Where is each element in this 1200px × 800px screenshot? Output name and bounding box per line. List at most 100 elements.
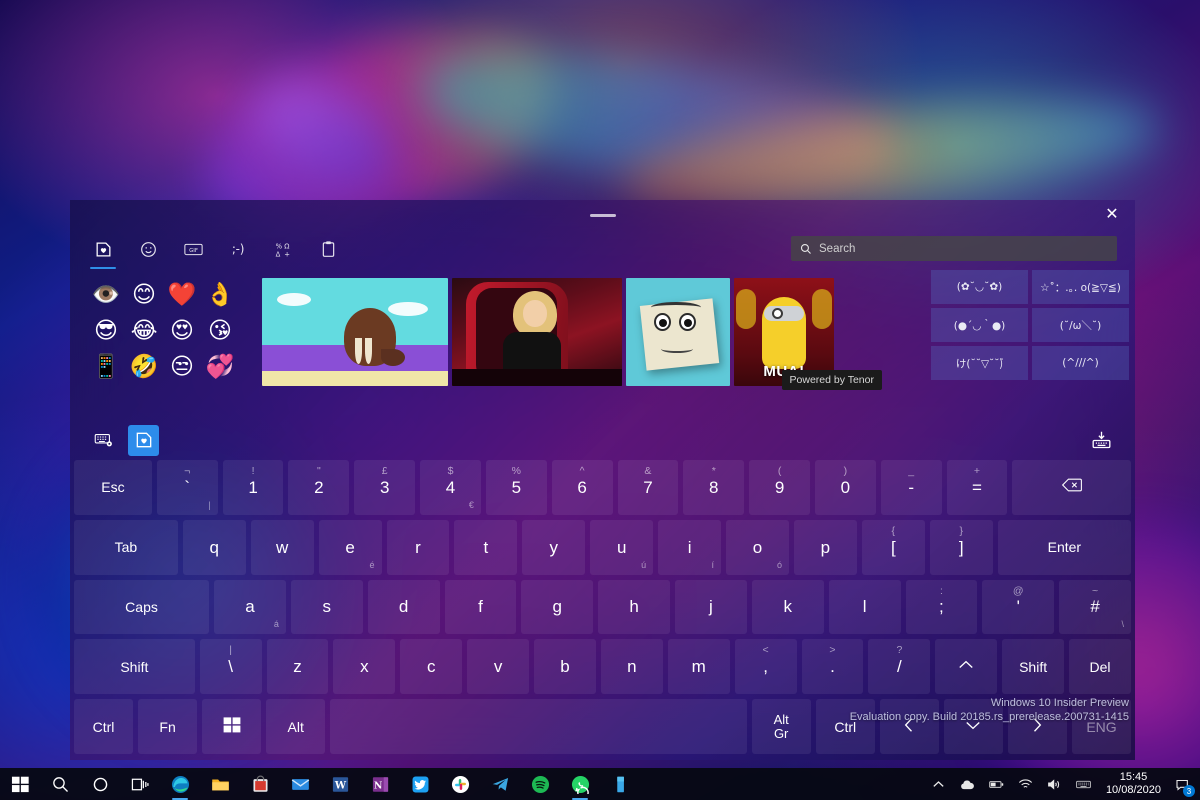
key-caps-lock[interactable]: Caps — [74, 579, 210, 635]
edge-app[interactable] — [160, 768, 200, 800]
key-digit-6[interactable]: ^ 6 — [551, 460, 613, 515]
kaomoji-cell[interactable]: (˘/ω＼˘) — [1032, 308, 1129, 342]
dock-keyboard-button[interactable] — [1086, 425, 1117, 456]
tab-gif[interactable]: GIF — [178, 234, 208, 264]
key-key-w[interactable]: w — [250, 519, 314, 575]
emoji-cell[interactable]: 😂 — [126, 314, 162, 348]
key-key-i[interactable]: ií — [658, 519, 722, 575]
expressive-input-button[interactable] — [128, 424, 159, 456]
emoji-cell[interactable]: 👌 — [202, 278, 238, 312]
key-key-x[interactable]: x — [333, 639, 396, 695]
key-semicolon[interactable]: :; — [905, 579, 978, 635]
emoji-cell[interactable]: 👁️ — [88, 278, 124, 312]
key-key-b[interactable]: b — [534, 639, 596, 695]
key-space[interactable] — [330, 699, 747, 754]
key-digit-7[interactable]: & 7 — [617, 460, 679, 515]
key-alt-left[interactable]: Alt — [266, 699, 326, 754]
task-view-button[interactable] — [120, 768, 160, 800]
emoji-cell[interactable]: ❤️ — [164, 278, 200, 312]
key-backtick[interactable]: ¬ ` | — [156, 460, 218, 515]
key-digit-8[interactable]: * 8 — [683, 460, 745, 515]
key-key-y[interactable]: y — [522, 519, 586, 575]
mail-app[interactable] — [280, 768, 320, 800]
tab-symbols[interactable]: % Ω Δ + — [268, 234, 298, 264]
kaomoji-cell[interactable]: け(˘˘▽˘˘)゙ — [931, 346, 1028, 380]
key-digit-3[interactable]: £3 — [354, 460, 416, 515]
key-digit-9[interactable]: (9 — [749, 460, 810, 515]
key-alt-gr[interactable]: Alt Gr — [751, 699, 811, 754]
tab-kaomoji[interactable]: ;-) — [223, 234, 253, 264]
key-key-k[interactable]: k — [751, 579, 824, 635]
start-button[interactable] — [0, 768, 40, 800]
key-period[interactable]: >. — [801, 639, 864, 695]
key-apostrophe[interactable]: @ ' — [982, 579, 1055, 635]
key-arrow-up[interactable] — [935, 639, 998, 695]
spotify-app[interactable] — [520, 768, 560, 800]
keyboard-settings-button[interactable] — [88, 425, 119, 456]
key-ctrl-left[interactable]: Ctrl — [74, 699, 134, 754]
cortana-button[interactable] — [80, 768, 120, 800]
key-key-m[interactable]: m — [667, 639, 730, 695]
key-comma[interactable]: <, — [734, 639, 797, 695]
onedrive-tray-icon[interactable] — [953, 768, 982, 800]
key-key-g[interactable]: g — [521, 579, 594, 635]
show-hidden-icons-button[interactable] — [924, 768, 953, 800]
key-tab[interactable]: Tab — [74, 519, 178, 575]
key-key-u[interactable]: uú — [590, 519, 654, 575]
key-key-s[interactable]: s — [290, 579, 363, 635]
gif-thumbnail-walrus[interactable] — [262, 278, 448, 386]
key-key-t[interactable]: t — [454, 519, 518, 575]
key-key-o[interactable]: oó — [726, 519, 789, 575]
key-arrow-right[interactable] — [1007, 699, 1067, 754]
emoji-cell[interactable]: 😍 — [164, 314, 200, 348]
gif-thumbnail-singer[interactable] — [452, 278, 622, 386]
search-box[interactable] — [791, 236, 1117, 261]
clock[interactable]: 15:45 10/08/2020 — [1098, 768, 1169, 800]
key-bracket-left[interactable]: {[ — [861, 519, 925, 575]
emoji-cell[interactable]: 😊 — [126, 278, 162, 312]
kaomoji-cell[interactable]: (^///^) — [1032, 346, 1129, 380]
gif-thumbnail-face[interactable] — [626, 278, 730, 386]
emoji-cell[interactable]: 😘 — [202, 314, 238, 348]
slack-app[interactable] — [440, 768, 480, 800]
key-bracket-right[interactable]: }] — [929, 519, 993, 575]
store-blue-app[interactable] — [600, 768, 640, 800]
key-key-c[interactable]: c — [400, 639, 463, 695]
key-windows[interactable] — [202, 699, 262, 754]
key-fn[interactable]: Fn — [138, 699, 198, 754]
emoji-cell[interactable]: 📱 — [88, 350, 124, 384]
touch-keyboard-tray-icon[interactable] — [1069, 768, 1098, 800]
key-slash[interactable]: ? / — [868, 639, 931, 695]
drag-handle[interactable] — [589, 213, 616, 217]
twitter-app[interactable] — [400, 768, 440, 800]
emoji-cell[interactable]: 🤣 — [126, 350, 162, 384]
key-digit-5[interactable]: % 5 — [485, 460, 547, 515]
key-backslash[interactable]: | \ — [199, 639, 262, 695]
key-equals[interactable]: + = — [946, 460, 1008, 515]
kaomoji-cell[interactable]: (✿˘◡˘✿) — [931, 270, 1028, 304]
key-key-j[interactable]: j — [675, 579, 747, 635]
key-shift-right[interactable]: Shift — [1002, 639, 1065, 695]
whatsapp-app[interactable] — [560, 768, 600, 800]
key-enter[interactable]: Enter — [997, 519, 1132, 575]
key-shift-left[interactable]: Shift — [74, 639, 195, 695]
emoji-cell[interactable]: 💞 — [202, 350, 238, 384]
key-key-r[interactable]: r — [386, 519, 450, 575]
key-delete[interactable]: Del — [1069, 639, 1131, 695]
key-key-d[interactable]: d — [367, 579, 440, 635]
emoji-cell[interactable]: 😒 — [164, 350, 200, 384]
key-digit-4[interactable]: $4 € — [420, 460, 481, 515]
key-key-z[interactable]: z — [266, 639, 329, 695]
key-language[interactable]: ENG — [1071, 699, 1132, 754]
search-input[interactable] — [819, 242, 1108, 255]
key-ctrl-right[interactable]: Ctrl — [815, 699, 875, 754]
onenote-app[interactable]: N — [360, 768, 400, 800]
microsoft-store-app[interactable] — [240, 768, 280, 800]
key-key-p[interactable]: p — [793, 519, 857, 575]
key-hash[interactable]: ~ # \ — [1059, 579, 1131, 635]
key-key-n[interactable]: n — [600, 639, 663, 695]
volume-tray-icon[interactable] — [1040, 768, 1069, 800]
key-key-f[interactable]: f — [444, 579, 517, 635]
word-app[interactable]: W — [320, 768, 360, 800]
close-button[interactable]: ✕ — [1089, 200, 1135, 230]
